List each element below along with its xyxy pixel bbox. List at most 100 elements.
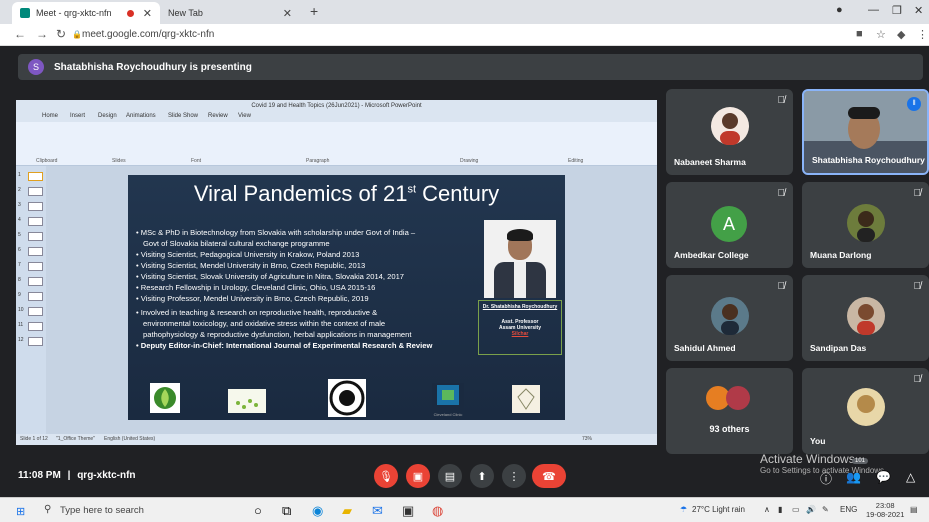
close-tab-icon[interactable]: ✕ (143, 7, 152, 20)
slide-thumb[interactable] (28, 277, 43, 286)
participant-tile[interactable]: 🎙̸ A Ambedkar College (666, 182, 793, 268)
captions-button[interactable]: ▤ (438, 464, 462, 488)
menu-dots-icon[interactable]: ⋮ (917, 28, 928, 41)
participant-tile-speaking[interactable]: ⦀ Shatabhisha Roychoudhury (802, 89, 929, 175)
pen-icon[interactable]: ✎ (822, 505, 829, 514)
minimize-icon[interactable]: — (868, 4, 879, 16)
participant-tile[interactable]: 🎙̸ Muana Darlong (802, 182, 929, 268)
participant-name: Sahidul Ahmed (674, 343, 736, 353)
tray-chevron-icon[interactable]: ∧ (764, 505, 770, 514)
bullet-cont: Govt of Slovakia bilateral cultural exch… (143, 239, 330, 248)
slide-thumb[interactable] (28, 262, 43, 271)
slide-thumb[interactable] (28, 202, 43, 211)
close-tab-icon[interactable]: ✕ (283, 7, 292, 20)
windows-start-icon[interactable]: ⊞ (16, 505, 25, 518)
thumb-number: 12 (18, 337, 24, 343)
bullet: Research Fellowship in Urology, Clevelan… (136, 282, 476, 293)
meeting-info: 11:08 PM | qrg-xktc-nfn (18, 470, 136, 481)
close-window-icon[interactable]: ✕ (914, 4, 923, 17)
bullet: Involved in teaching & research on repro… (136, 307, 476, 318)
forward-icon[interactable]: → (36, 27, 48, 41)
bookmark-star-icon[interactable]: ☆ (876, 28, 886, 41)
slide-thumb[interactable] (28, 337, 43, 346)
speaker-name: Dr. Shatabhisha Roychoudhury (482, 304, 558, 310)
maximize-icon[interactable]: ❐ (892, 4, 902, 17)
back-icon[interactable]: ← (14, 27, 26, 41)
thumb-number: 10 (18, 307, 24, 313)
self-tile[interactable]: 🎙̸ You (802, 368, 929, 454)
thumb-number: 2 (18, 187, 21, 193)
others-tile[interactable]: 93 others (666, 368, 793, 454)
lock-icon[interactable]: 🔒 (72, 30, 82, 39)
new-tab-button[interactable]: + (310, 3, 318, 19)
thumb-number: 1 (18, 172, 21, 178)
chrome-icon[interactable]: ◍ (432, 503, 443, 519)
chat-icon[interactable]: 💬 (876, 470, 891, 484)
slide-thumb[interactable] (28, 322, 43, 331)
weather-text[interactable]: 27°C Light rain (692, 505, 745, 514)
store-icon[interactable]: ▣ (402, 503, 414, 519)
slide-thumb[interactable] (28, 247, 43, 256)
present-screen-icon: ⬆ (477, 470, 487, 483)
extension-icon[interactable]: ◆ (897, 28, 905, 41)
slide-thumb[interactable] (28, 172, 43, 181)
people-count-badge: 101 (852, 458, 869, 464)
camera-toggle-button[interactable]: ▣ (406, 464, 430, 488)
slide-thumbnails: 1 2 3 4 5 6 7 8 9 10 11 12 (16, 166, 46, 434)
mic-off-icon: 🎙̸ (777, 188, 786, 199)
speaker-place: Silchar (511, 331, 529, 337)
participant-tile[interactable]: 🎙̸ Nabaneet Sharma (666, 89, 793, 175)
profile-icon[interactable]: ● (836, 4, 843, 16)
slide-thumb[interactable] (28, 307, 43, 316)
reload-icon[interactable]: ↻ (56, 27, 66, 41)
edge-icon[interactable]: ◉ (312, 503, 323, 519)
presenting-banner: S Shatabhisha Roychoudhury is presenting (18, 54, 923, 80)
mail-icon[interactable]: ✉ (372, 503, 383, 519)
avatar (847, 388, 885, 426)
slide-thumb[interactable] (28, 232, 43, 241)
speaker-photo (484, 220, 556, 298)
language-indicator[interactable]: ENG (840, 505, 857, 514)
speaking-indicator-icon: ⦀ (907, 97, 921, 111)
taskbar-search[interactable]: ⚲ Type here to search (40, 501, 245, 520)
avatar (711, 297, 749, 335)
windows-taskbar: ⊞ ⚲ Type here to search ○ ⧉ ◉ ▰ ✉ ▣ ◍ ☂ … (0, 497, 929, 522)
ribbon-group-label: Font (191, 158, 202, 164)
mic-off-icon: 🎙̸ (913, 281, 922, 292)
more-options-button[interactable]: ⋮ (502, 464, 526, 488)
meeting-details-icon[interactable]: ⓘ (820, 470, 832, 487)
tab-label: Meet - qrg-xktc-nfn (36, 8, 112, 18)
ribbon-group-label: Editing (568, 158, 584, 164)
weather-icon[interactable]: ☂ (680, 505, 687, 514)
usb-icon[interactable]: ▮ (778, 505, 782, 514)
people-icon[interactable]: 👥 (846, 470, 861, 484)
leave-call-button[interactable]: ☎ (532, 464, 566, 488)
volume-icon[interactable]: 🔊 (806, 505, 816, 514)
mic-toggle-button[interactable]: 🎙 (374, 464, 398, 488)
present-button[interactable]: ⬆ (470, 464, 494, 488)
tab-new[interactable]: New Tab ✕ (160, 2, 300, 24)
url-field[interactable]: meet.google.com/qrg-xktc-nfn (82, 29, 214, 40)
battery-icon[interactable]: ▭ (792, 505, 800, 514)
file-explorer-icon[interactable]: ▰ (342, 503, 352, 519)
tab-meet[interactable]: Meet - qrg-xktc-nfn ✕ (12, 2, 160, 24)
taskbar-clock[interactable]: 23:08 19-08-2021 (866, 501, 904, 519)
notifications-icon[interactable]: ▤ (910, 505, 918, 514)
cortana-icon[interactable]: ○ (254, 503, 262, 518)
ribbon-tab: View (238, 113, 251, 119)
slide-thumb[interactable] (28, 217, 43, 226)
cleveland-caption: Cleveland Clinic (433, 412, 463, 417)
participant-tile[interactable]: 🎙̸ Sahidul Ahmed (666, 275, 793, 361)
camera-in-use-icon[interactable]: ■ (856, 28, 863, 40)
slide-thumb[interactable] (28, 187, 43, 196)
participant-tile[interactable]: 🎙̸ Sandipan Das (802, 275, 929, 361)
others-count: 93 others (709, 424, 750, 434)
participant-name: You (810, 436, 826, 446)
meeting-separator: | (67, 470, 71, 481)
current-slide: Viral Pandemics of 21st Century MSc & Ph… (128, 175, 565, 420)
slide-thumb[interactable] (28, 292, 43, 301)
activities-icon[interactable]: △ (906, 470, 915, 484)
task-view-icon[interactable]: ⧉ (282, 503, 291, 519)
ribbon-group-label: Slides (112, 158, 126, 164)
zoom-level[interactable]: 73% (582, 436, 592, 442)
